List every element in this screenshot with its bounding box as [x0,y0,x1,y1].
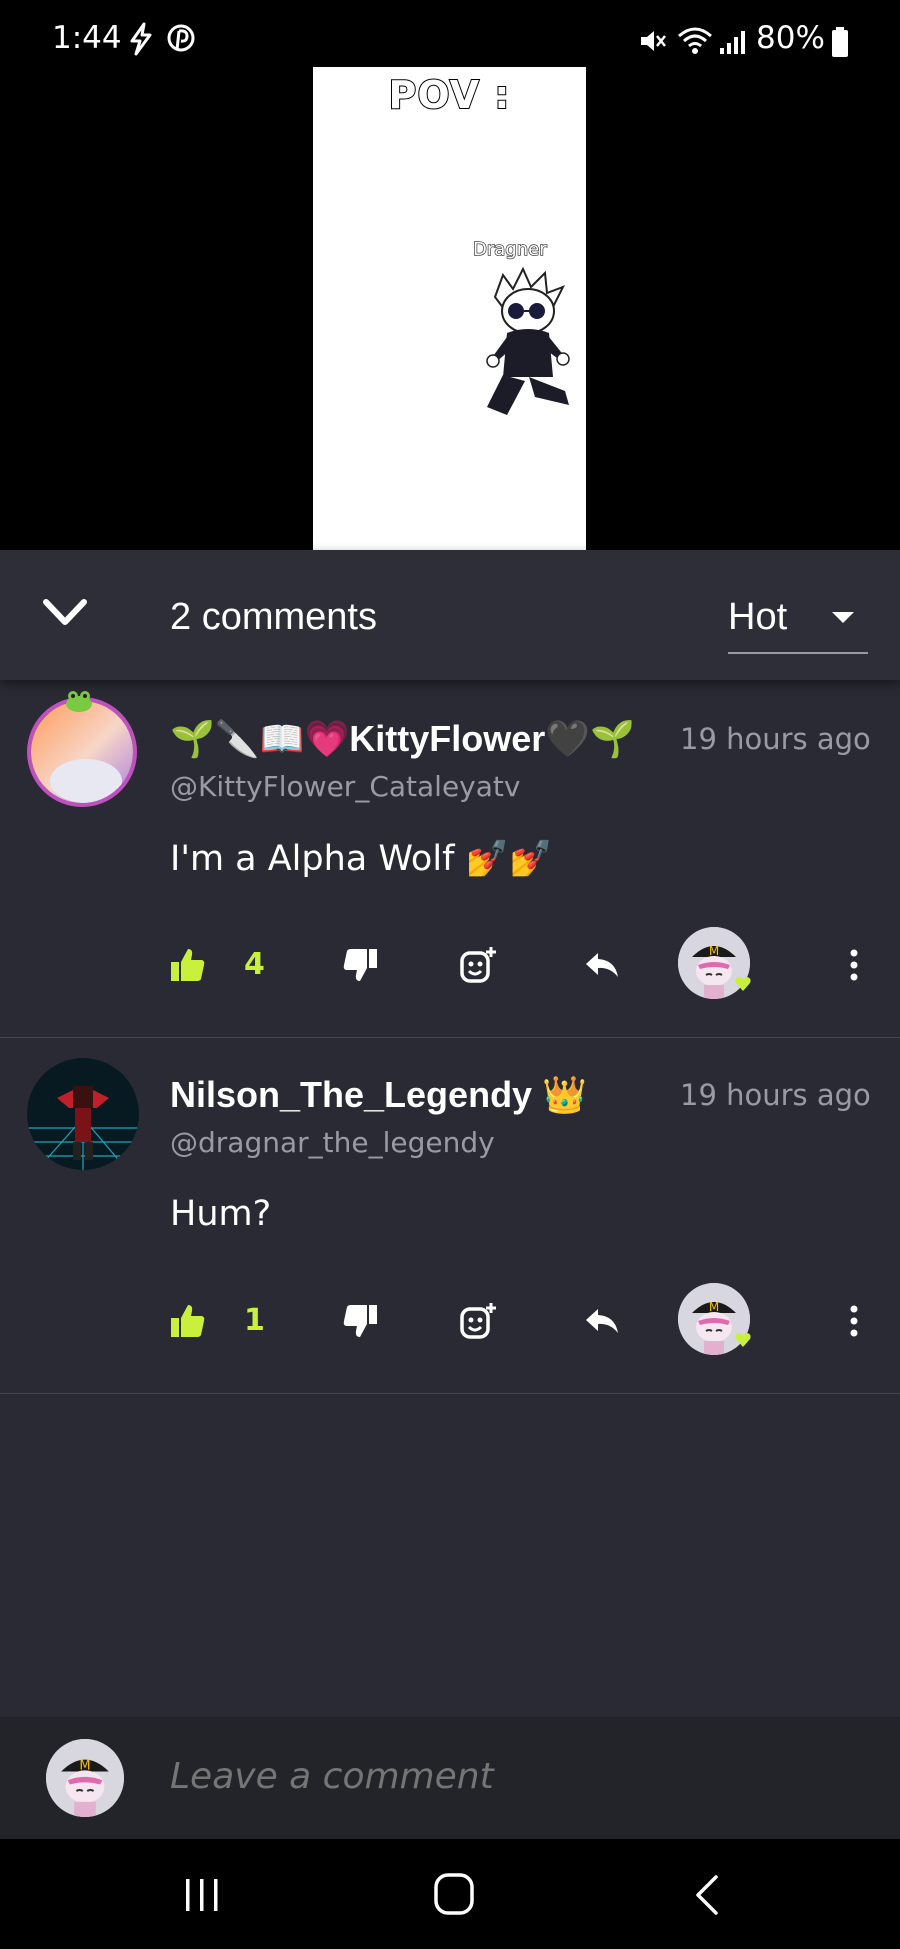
comment-composer: M [0,1717,900,1839]
sort-label: Hot [728,596,788,638]
signal-icon [720,31,745,54]
user-avatar: M [46,1739,124,1817]
avatar-image [27,1058,139,1170]
comment-handle[interactable]: @KittyFlower_Cataleyatv [170,770,520,803]
add-reaction-icon[interactable] [458,1301,498,1341]
back-icon[interactable] [690,1873,726,1917]
avatar[interactable] [27,697,137,807]
comments-header: 2 comments Hot [0,550,900,680]
video-player[interactable]: POV : Dragner [0,67,900,550]
thumbs-up-icon[interactable] [168,1301,208,1341]
comment-time: 19 hours ago [680,1078,871,1112]
add-reaction-icon[interactable] [458,945,498,985]
battery-level: 80% [756,20,825,56]
video-frame: POV : Dragner [313,67,586,550]
chibi-character-illustration [486,267,570,415]
thumbs-down-icon[interactable] [340,945,380,985]
system-nav-bar [0,1839,900,1949]
recent-apps-icon[interactable] [180,1875,224,1915]
comment-actions: 4 M [0,927,900,1007]
more-options-icon[interactable] [836,1301,876,1341]
comment-count: 2 comments [170,596,377,638]
like-count: 1 [244,1303,265,1338]
svg-text:M: M [709,1300,719,1314]
home-icon[interactable] [432,1871,476,1917]
battery-icon [832,27,848,57]
comment-input[interactable] [168,1755,852,1798]
thumbs-up-icon[interactable] [168,945,208,985]
sort-dropdown[interactable]: Hot [728,590,868,654]
bolt-icon [130,22,152,56]
avatar-image [31,701,133,803]
pinterest-icon [167,24,195,52]
caret-down-icon [832,612,854,623]
comment-text: I'm a Alpha Wolf 💅💅 [170,839,553,879]
like-count: 4 [244,947,265,982]
heart-badge-icon [735,977,751,991]
thumbs-down-icon[interactable] [340,1301,380,1341]
comment-author[interactable]: Nilson_The_Legendy 👑 [170,1074,587,1116]
more-options-icon[interactable] [836,945,876,985]
svg-text:M: M [709,944,719,958]
comment-author[interactable]: 🌱🔪📖💗KittyFlower🖤🌱 [170,718,635,760]
comment-item: Nilson_The_Legendy 👑 19 hours ago @dragn… [0,1038,900,1394]
comment-text: Hum? [170,1194,272,1234]
clock: 1:44 [52,20,122,56]
comment-item: 🌱🔪📖💗KittyFlower🖤🌱 19 hours ago @KittyFlo… [0,682,900,1038]
comment-time: 19 hours ago [680,722,871,756]
video-overlay-text: POV : [388,72,511,118]
video-character-label: Dragner [472,238,547,261]
reply-icon[interactable] [582,1301,622,1341]
comment-handle[interactable]: @dragnar_the_legendy [170,1126,495,1159]
chevron-down-icon[interactable] [40,592,90,632]
mute-icon [641,31,666,51]
heart-badge-icon [735,1333,751,1347]
avatar[interactable] [27,1058,139,1170]
wifi-icon [678,27,712,54]
frog-badge-icon [66,691,92,712]
comment-actions: 1 M [0,1283,900,1363]
reply-icon[interactable] [582,945,622,985]
